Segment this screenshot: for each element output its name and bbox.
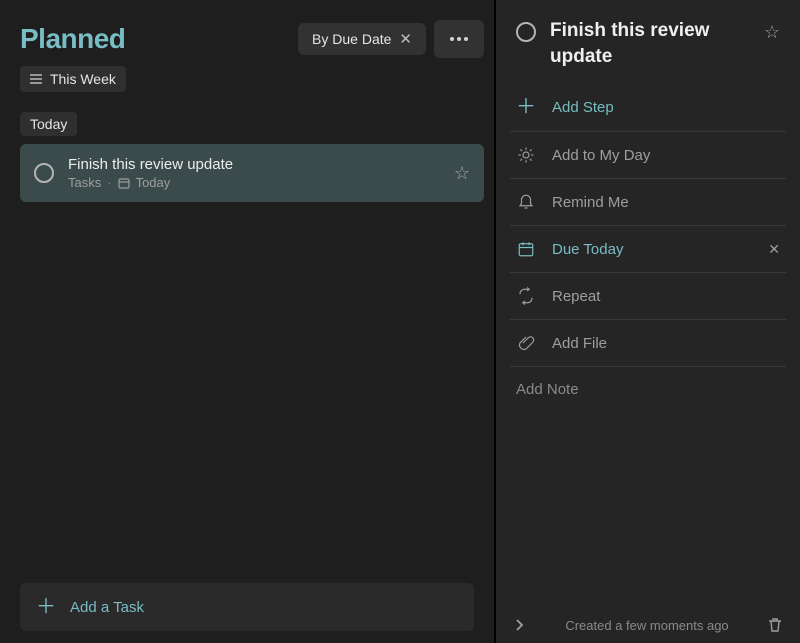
filter-chip[interactable]: This Week [20, 66, 126, 92]
chevron-right-icon [512, 618, 526, 632]
task-meta: Tasks · Today [68, 175, 440, 190]
main-panel: Planned By Due Date ✕ This Week Today Fi… [0, 0, 494, 643]
add-task-placeholder: Add a Task [70, 599, 144, 616]
remind-row[interactable]: Remind Me [510, 178, 786, 225]
main-header: Planned By Due Date ✕ [20, 20, 484, 58]
created-meta: Created a few moments ago [538, 618, 756, 633]
detail-header: Finish this review update ☆ [510, 18, 786, 83]
task-due-label: Today [136, 175, 171, 190]
filter-row: This Week [20, 66, 484, 92]
due-row[interactable]: Due Today ✕ [510, 225, 786, 272]
calendar-icon [118, 177, 130, 189]
hide-panel-button[interactable] [512, 618, 526, 632]
bell-icon [516, 193, 536, 211]
repeat-label: Repeat [552, 288, 780, 305]
add-file-row[interactable]: Add File [510, 319, 786, 366]
sun-icon [516, 146, 536, 164]
more-icon [450, 37, 468, 41]
plus-icon: ＋ [516, 97, 536, 117]
task-list-name: Tasks [68, 175, 101, 190]
plus-icon: ＋ [36, 597, 56, 617]
trash-icon [768, 617, 782, 633]
complete-checkbox[interactable] [34, 163, 54, 183]
star-button[interactable]: ☆ [454, 163, 470, 184]
repeat-icon [516, 287, 536, 305]
clear-sort-icon[interactable]: ✕ [399, 32, 412, 47]
detail-title[interactable]: Finish this review update [550, 18, 750, 69]
add-step-row[interactable]: ＋ Add Step [510, 83, 786, 131]
sort-label: By Due Date [312, 31, 391, 47]
clear-due-button[interactable]: ✕ [768, 241, 780, 258]
delete-button[interactable] [768, 617, 782, 633]
page-title: Planned [20, 23, 290, 55]
sort-chip[interactable]: By Due Date ✕ [298, 23, 426, 55]
attachment-icon [516, 334, 536, 352]
detail-panel: Finish this review update ☆ ＋ Add Step A… [496, 0, 800, 643]
note-placeholder: Add Note [516, 381, 579, 398]
list-icon [30, 74, 42, 84]
add-myday-row[interactable]: Add to My Day [510, 131, 786, 178]
remind-label: Remind Me [552, 194, 780, 211]
detail-star-button[interactable]: ☆ [764, 22, 780, 43]
detail-footer: Created a few moments ago [510, 609, 786, 633]
add-file-label: Add File [552, 335, 780, 352]
due-label: Due Today [552, 241, 752, 258]
more-button[interactable] [434, 20, 484, 58]
task-row[interactable]: Finish this review update Tasks · Today … [20, 144, 484, 202]
add-step-label: Add Step [552, 99, 780, 116]
add-task-input[interactable]: ＋ Add a Task [20, 583, 474, 631]
add-myday-label: Add to My Day [552, 147, 780, 164]
task-title: Finish this review update [68, 156, 440, 173]
repeat-row[interactable]: Repeat [510, 272, 786, 319]
note-input[interactable]: Add Note [510, 366, 786, 412]
meta-separator: · [107, 175, 111, 190]
filter-label: This Week [50, 71, 116, 87]
section-label[interactable]: Today [20, 112, 77, 136]
detail-complete-checkbox[interactable] [516, 22, 536, 42]
calendar-icon [516, 240, 536, 258]
section-header: Today [20, 112, 484, 136]
task-body: Finish this review update Tasks · Today [68, 156, 440, 190]
